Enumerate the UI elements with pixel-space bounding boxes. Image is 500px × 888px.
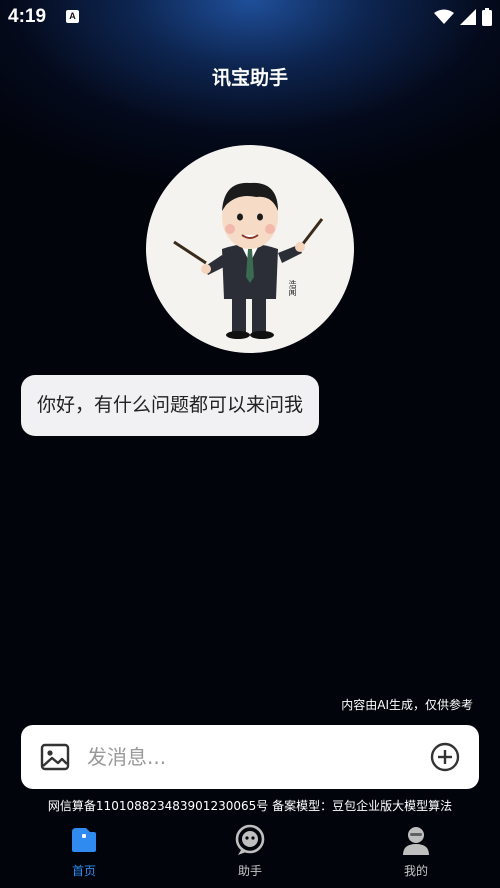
more-options-button[interactable] [429, 741, 461, 773]
signal-icon [460, 9, 476, 25]
app-notification-icon: A [66, 10, 79, 23]
filing-notice: 网信算备110108823483901230065号 备案模型：豆包企业版大模型… [47, 799, 453, 813]
bottom-tab-bar: 首页 助手 我的 [0, 820, 500, 888]
tab-mine-label: 我的 [403, 864, 428, 878]
image-upload-button[interactable] [39, 741, 71, 773]
message-input[interactable] [87, 737, 407, 777]
battery-icon [482, 8, 492, 26]
tab-assistant-label: 助手 [237, 864, 262, 878]
wifi-icon [434, 9, 454, 24]
message-composer [21, 725, 479, 789]
assistant-bot-icon [235, 824, 265, 855]
image-icon [40, 743, 70, 771]
signature-stamp: 浩闻 [288, 280, 297, 296]
cartoon-teacher-illustration [173, 182, 324, 339]
message-text: 你好，有什么问题都可以来问我 [37, 394, 304, 416]
tab-mine[interactable]: 我的 [361, 820, 471, 888]
page-title: 讯宝助手 [211, 67, 288, 89]
tab-assistant[interactable]: 助手 [195, 820, 305, 888]
status-bar: 4:19 A [0, 0, 500, 34]
tab-home[interactable]: 首页 [29, 820, 139, 888]
profile-icon [403, 827, 429, 855]
status-icons [434, 8, 492, 26]
ai-disclaimer: 内容由AI生成，仅供参考 [341, 698, 473, 712]
home-icon [72, 828, 96, 852]
status-time: 4:19 [8, 6, 47, 27]
assistant-message-bubble: 你好，有什么问题都可以来问我 [21, 375, 320, 436]
tab-home-label: 首页 [71, 864, 96, 878]
plus-circle-icon [430, 742, 460, 772]
assistant-avatar: 浩闻 [146, 145, 354, 353]
